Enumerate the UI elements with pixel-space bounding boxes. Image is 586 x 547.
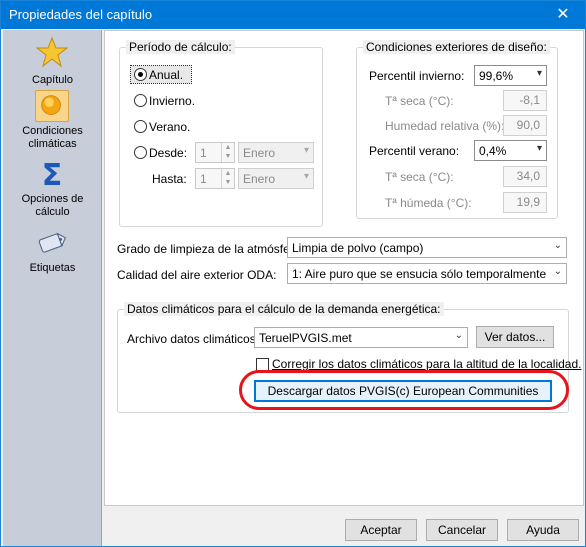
wet-temp-label: Tª húmeda (°C): bbox=[385, 196, 472, 210]
radio-dot bbox=[134, 120, 147, 133]
radio-label: Anual. bbox=[149, 68, 184, 82]
svg-text:Σ: Σ bbox=[42, 158, 63, 190]
close-button[interactable]: ✕ bbox=[541, 1, 585, 29]
help-button[interactable]: Ayuda bbox=[507, 519, 579, 541]
design-legend: Condiciones exteriores de diseño: bbox=[363, 40, 550, 54]
dialog-window: Propiedades del capítulo ✕ Capítulo Cond… bbox=[0, 0, 586, 547]
sidebar-item-label: Etiquetas bbox=[29, 262, 76, 274]
spinner-value: 1 bbox=[200, 146, 207, 160]
humidity-label: Humedad relativa (%): bbox=[385, 119, 505, 133]
chevron-down-icon: ⌄ bbox=[454, 330, 463, 341]
winter-dry-label: Tª seca (°C): bbox=[385, 94, 454, 108]
select-value: Enero bbox=[243, 172, 276, 186]
select-value: 99,6% bbox=[479, 69, 514, 83]
sigma-icon: Σ bbox=[42, 158, 63, 190]
radio-dot bbox=[134, 146, 147, 159]
climate-file-select[interactable]: TeruelPVGIS.met ⌄ bbox=[254, 327, 468, 348]
from-month-select[interactable]: Enero ▾ bbox=[238, 142, 314, 163]
sidebar-item-label: Condiciones climáticas bbox=[22, 125, 83, 150]
spinner-arrows-icon: ▲ ▼ bbox=[221, 143, 234, 162]
sidebar-item-capitulo[interactable]: Capítulo bbox=[3, 36, 102, 92]
sidebar: Capítulo Condiciones climáticas Σ Opcion… bbox=[3, 30, 102, 546]
main-panel: Período de cálculo: Anual. Invierno. Ver… bbox=[104, 30, 584, 506]
radio-label: Invierno. bbox=[149, 94, 196, 108]
design-group: Condiciones exteriores de diseño: Percen… bbox=[356, 40, 558, 219]
sidebar-item-condiciones[interactable]: Condiciones climáticas bbox=[3, 90, 102, 156]
select-value: Limpia de polvo (campo) bbox=[292, 241, 424, 255]
climate-legend: Datos climáticos para el cálculo de la d… bbox=[124, 302, 444, 316]
title-bar: Propiedades del capítulo ✕ bbox=[1, 1, 585, 29]
period-group: Período de cálculo: Anual. Invierno. Ver… bbox=[119, 40, 323, 227]
summer-wet-value: 19,9 bbox=[503, 192, 547, 213]
sidebar-item-label: Capítulo bbox=[32, 74, 73, 86]
summer-dry-label: Tª seca (°C): bbox=[385, 170, 454, 184]
select-value: TeruelPVGIS.met bbox=[259, 331, 352, 345]
to-label: Hasta: bbox=[152, 172, 187, 186]
star-icon bbox=[35, 36, 69, 68]
from-day-spinner[interactable]: 1 ▲ ▼ bbox=[195, 142, 235, 163]
winter-percentile-label: Percentil invierno: bbox=[369, 69, 465, 83]
summer-percentile-select[interactable]: 0,4% ▾ bbox=[474, 140, 547, 161]
to-day-spinner[interactable]: 1 ▲ ▼ bbox=[195, 168, 235, 189]
sidebar-item-label: Opciones de cálculo bbox=[21, 193, 84, 218]
radio-dot bbox=[134, 94, 147, 107]
sidebar-item-opciones[interactable]: Σ Opciones de cálculo bbox=[3, 158, 102, 220]
correct-altitude-label: Corregir los datos climáticos para la al… bbox=[272, 357, 582, 371]
highlight-ring bbox=[239, 370, 569, 410]
tag-icon bbox=[38, 232, 66, 253]
oda-label: Calidad del aire exterior ODA: bbox=[117, 268, 277, 282]
spinner-value: 1 bbox=[200, 172, 207, 186]
climate-file-label: Archivo datos climáticos: bbox=[127, 332, 260, 346]
sun-icon bbox=[35, 90, 69, 122]
window-title: Propiedades del capítulo bbox=[9, 7, 153, 22]
radio-dot bbox=[134, 68, 147, 81]
sidebar-item-etiquetas[interactable]: Etiquetas bbox=[3, 226, 102, 276]
chevron-down-icon: ⌄ bbox=[553, 266, 562, 277]
cleanliness-select[interactable]: Limpia de polvo (campo) ⌄ bbox=[287, 237, 567, 258]
chevron-down-icon: ⌄ bbox=[553, 240, 562, 251]
oda-select[interactable]: 1: Aire puro que se ensucia sólo tempora… bbox=[287, 263, 567, 284]
winter-dry-value: -8,1 bbox=[503, 90, 547, 111]
select-value: 0,4% bbox=[479, 144, 507, 158]
select-value: 1: Aire puro que se ensucia sólo tempora… bbox=[292, 267, 547, 281]
period-legend: Período de cálculo: bbox=[126, 40, 235, 54]
view-data-button[interactable]: Ver datos... bbox=[476, 326, 554, 348]
select-value: Enero bbox=[243, 146, 276, 160]
cleanliness-label: Grado de limpieza de la atmósfera: bbox=[117, 242, 304, 256]
accept-button[interactable]: Aceptar bbox=[345, 519, 417, 541]
cancel-button[interactable]: Cancelar bbox=[426, 519, 498, 541]
winter-percentile-select[interactable]: 99,6% ▾ bbox=[474, 65, 547, 86]
radio-label: Verano. bbox=[149, 120, 191, 134]
summer-dry-value: 34,0 bbox=[503, 166, 547, 187]
summer-percentile-label: Percentil verano: bbox=[369, 144, 460, 158]
winter-humidity-value: 90,0 bbox=[503, 115, 547, 136]
chevron-down-icon: ▾ bbox=[303, 171, 309, 182]
chevron-down-icon: ▾ bbox=[536, 68, 542, 79]
chevron-down-icon: ▾ bbox=[536, 143, 542, 154]
spinner-arrows-icon: ▲ ▼ bbox=[221, 169, 234, 188]
radio-label: Desde: bbox=[149, 146, 188, 160]
chevron-down-icon: ▾ bbox=[303, 145, 309, 156]
to-month-select[interactable]: Enero ▾ bbox=[238, 168, 314, 189]
